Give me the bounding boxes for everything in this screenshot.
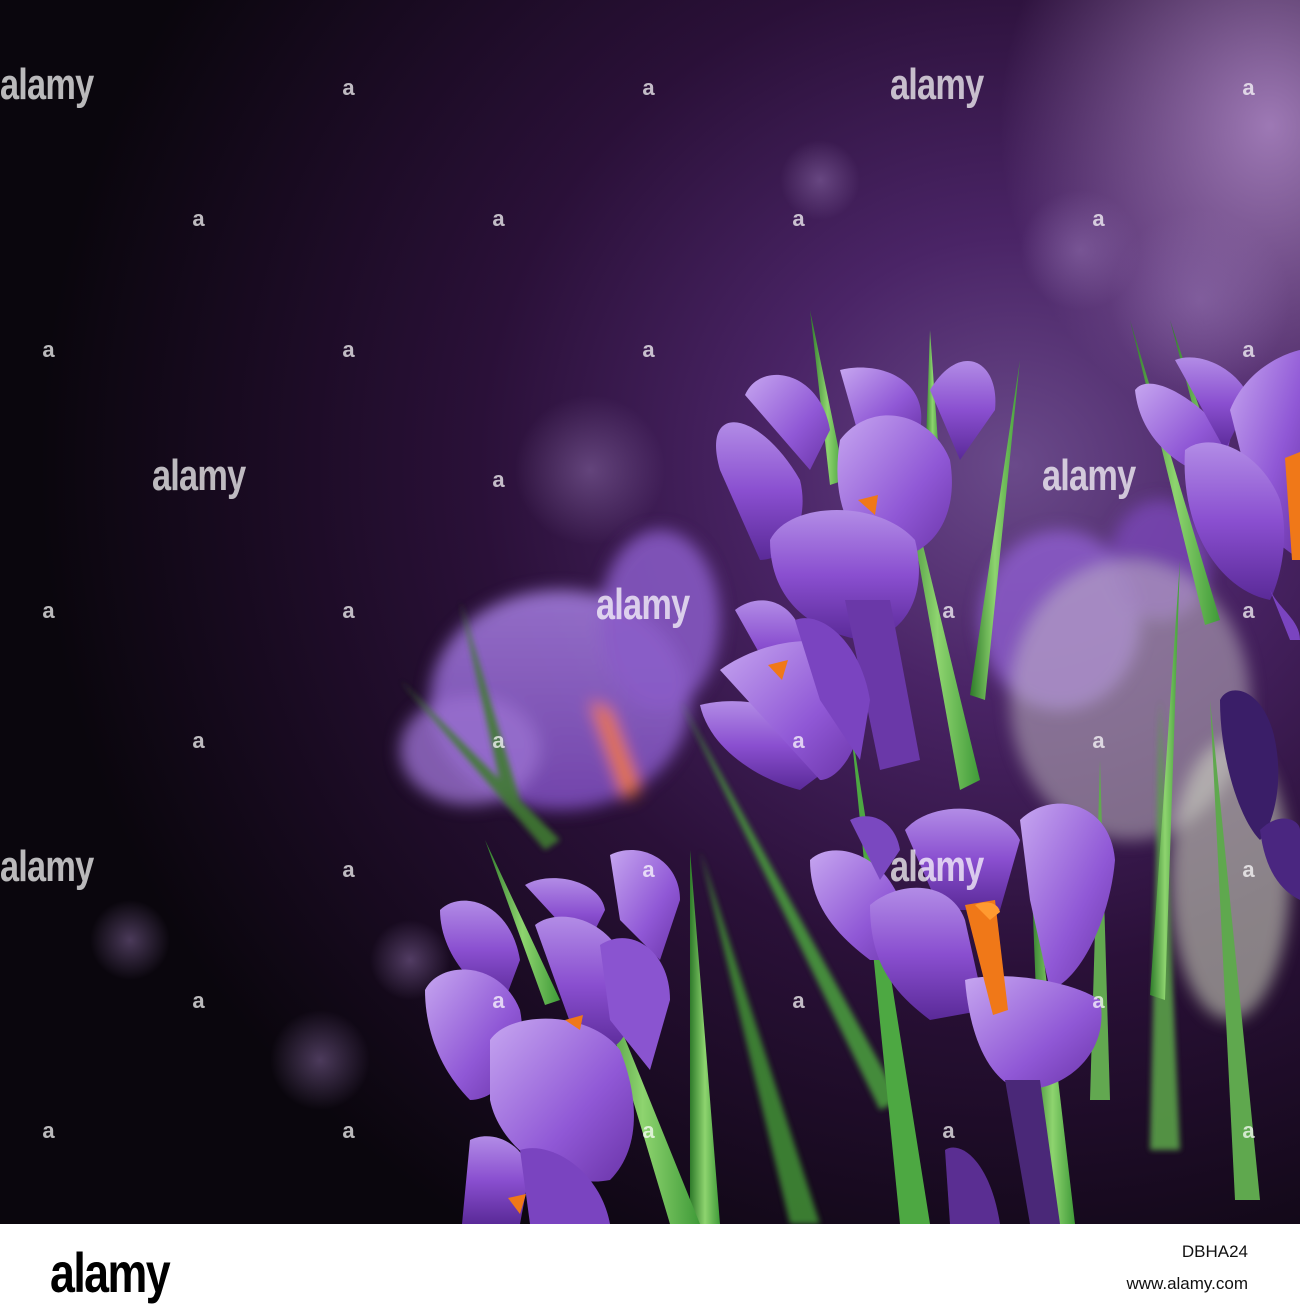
watermark-mark: a [1092,728,1104,753]
footer-image-reference: DBHA24 www.alamy.com [1126,1236,1248,1300]
watermark-mark: a [42,1118,54,1143]
watermark-logo: alamy [1042,451,1136,500]
watermark-mark: a [342,598,354,623]
watermark-mark: a [1092,988,1104,1013]
watermark-mark: a [792,206,804,231]
footer-bar: alamy DBHA24 www.alamy.com [0,1224,1300,1314]
watermark-mark: a [42,337,54,362]
watermark-mark: a [192,988,204,1013]
watermark-mark: a [942,598,954,623]
watermark-logo: alamy [0,842,94,891]
watermark-mark: a [342,1118,354,1143]
watermark-mark: a [42,598,54,623]
watermark-mark: a [342,857,354,882]
watermark-mark: a [792,728,804,753]
watermark-mark: a [642,75,654,100]
watermark-mark: a [492,728,504,753]
watermark-mark: a [492,988,504,1013]
watermark-mark: a [492,206,504,231]
watermark-mark: a [1242,857,1254,882]
watermark-mark: a [342,337,354,362]
watermark-logo: alamy [890,842,984,891]
watermark-mark: a [642,1118,654,1143]
watermark-logo: alamy [596,580,690,629]
footer-logo: alamy [50,1241,171,1304]
watermark-mark: a [342,75,354,100]
watermark-mark: a [642,857,654,882]
watermark-logo: alamy [890,60,984,109]
watermark-mark: a [492,467,504,492]
site-url: www.alamy.com [1126,1274,1248,1293]
watermark-mark: a [1242,1118,1254,1143]
watermark-mark: a [1092,206,1104,231]
watermark-mark: a [1242,75,1254,100]
watermark-mark: a [642,337,654,362]
watermark-logo: alamy [0,60,94,109]
watermark-mark: a [192,206,204,231]
watermark-mark: a [792,988,804,1013]
watermark-logo: alamy [152,451,246,500]
watermark-mark: a [1242,598,1254,623]
watermark-mark: a [192,728,204,753]
watermark-mark: a [1242,337,1254,362]
watermark-mark: a [942,1118,954,1143]
image-id: DBHA24 [1181,1242,1248,1261]
